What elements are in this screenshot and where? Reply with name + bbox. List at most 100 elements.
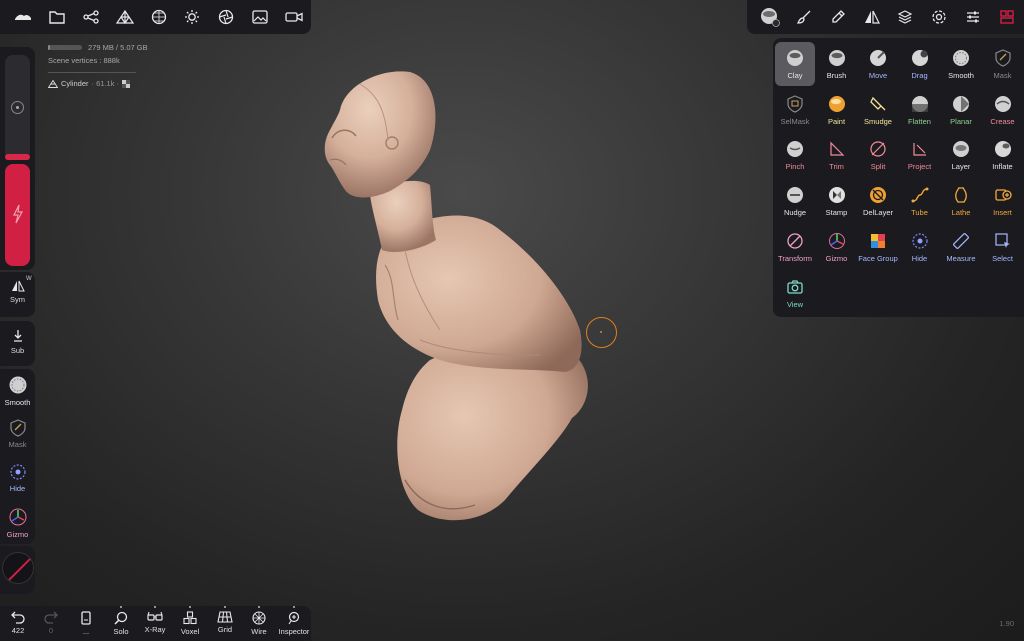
- aperture-icon[interactable]: [209, 0, 243, 34]
- paintbrush-icon[interactable]: [787, 0, 821, 34]
- pen-icon[interactable]: [821, 0, 855, 34]
- tool-measure[interactable]: Measure: [941, 225, 981, 269]
- tool-inflate[interactable]: Inflate: [983, 133, 1023, 177]
- mesh-detail: · 61.1k ·: [91, 79, 120, 88]
- top-left-toolbar: [0, 0, 311, 34]
- bottom-label: Grid: [217, 625, 233, 634]
- gear-icon[interactable]: [922, 0, 956, 34]
- camera-icon: [787, 279, 803, 294]
- grid-button[interactable]: Grid: [208, 606, 242, 634]
- brush-cursor: [586, 317, 617, 348]
- tool-face-group[interactable]: Face Group: [858, 225, 898, 269]
- version-label: 1.90: [999, 619, 1014, 628]
- paint-color-swatch[interactable]: [2, 552, 34, 584]
- tool-layer[interactable]: Layer: [941, 133, 981, 177]
- inflate-sphere-icon: [994, 141, 1011, 158]
- scene-graph-icon[interactable]: [74, 0, 108, 34]
- xray-button[interactable]: X-Ray: [138, 606, 172, 634]
- tool-label: Split: [870, 162, 886, 172]
- topology-pyramid-icon: [48, 79, 58, 88]
- image-icon[interactable]: [243, 0, 277, 34]
- tool-split[interactable]: Split: [858, 133, 898, 177]
- more-button[interactable]: ...: [69, 611, 103, 636]
- tool-label: Select: [992, 253, 1013, 263]
- tool-mask[interactable]: Mask: [983, 42, 1023, 86]
- tool-paint[interactable]: Paint: [817, 88, 857, 132]
- measure-icon: [953, 232, 969, 249]
- tool-brush[interactable]: Brush: [817, 42, 857, 86]
- undo-button[interactable]: 422: [1, 611, 35, 635]
- tool-dellayer[interactable]: DelLayer: [858, 179, 898, 223]
- video-camera-icon[interactable]: [277, 0, 311, 34]
- quick-mask-button[interactable]: Mask: [0, 419, 35, 449]
- material-sphere-icon[interactable]: [142, 0, 176, 34]
- tool-gizmo[interactable]: Gizmo: [817, 225, 857, 269]
- tick-mark: [189, 606, 191, 608]
- tool-trim[interactable]: Trim: [817, 133, 857, 177]
- bottom-toolbar: 422 0 ... Solo X-Ray Voxel Grid Wire Ins…: [0, 606, 311, 641]
- more-label: ...: [82, 627, 90, 636]
- tool-label: Face Group: [858, 253, 898, 263]
- tool-project[interactable]: Project: [900, 133, 940, 177]
- solo-button[interactable]: Solo: [104, 606, 138, 636]
- quick-hide-button[interactable]: Hide: [0, 463, 35, 493]
- move-sphere-icon: [870, 50, 886, 66]
- interface-grid-icon[interactable]: [990, 0, 1024, 34]
- tool-insert[interactable]: Insert: [983, 179, 1023, 223]
- tool-move[interactable]: Move: [858, 42, 898, 86]
- tool-select[interactable]: Select: [983, 225, 1023, 269]
- crease-sphere-icon: [994, 95, 1011, 112]
- tool-planar[interactable]: Planar: [941, 88, 981, 132]
- tool-smudge[interactable]: Smudge: [858, 88, 898, 132]
- tool-smooth[interactable]: Smooth: [941, 42, 981, 86]
- radius-lock-knob[interactable]: [11, 101, 24, 114]
- memory-bar: [48, 45, 82, 50]
- tool-lathe[interactable]: Lathe: [941, 179, 981, 223]
- select-icon: [994, 233, 1010, 248]
- tool-label: Stamp: [825, 208, 848, 218]
- tool-label: Inflate: [992, 162, 1013, 172]
- tool-clay[interactable]: Clay: [775, 42, 815, 86]
- inspector-button[interactable]: Inspector: [277, 606, 311, 636]
- clay-sphere-icon: [787, 50, 803, 66]
- wireframe-sphere-icon: [252, 611, 266, 625]
- radius-slider[interactable]: [5, 55, 30, 160]
- sliders-icon[interactable]: [956, 0, 990, 34]
- memory-bar-fill: [48, 45, 51, 50]
- topology-pyramid-icon[interactable]: [108, 0, 142, 34]
- quick-gizmo-button[interactable]: Gizmo: [0, 507, 35, 539]
- sun-icon[interactable]: [175, 0, 209, 34]
- clay-sphere-icon[interactable]: [753, 0, 787, 34]
- tool-view[interactable]: View: [775, 271, 815, 315]
- stamp-sphere-icon: [828, 187, 845, 204]
- tool-drag[interactable]: Drag: [900, 42, 940, 86]
- voxel-button[interactable]: Voxel: [173, 606, 207, 636]
- tool-crease[interactable]: Crease: [983, 88, 1023, 132]
- tool-stamp[interactable]: Stamp: [817, 179, 857, 223]
- tool-hide[interactable]: Hide: [900, 225, 940, 269]
- intensity-slider[interactable]: [5, 164, 30, 266]
- mesh-info[interactable]: Cylinder · 61.1k ·: [48, 79, 148, 88]
- sub-button[interactable]: Sub: [0, 329, 35, 355]
- sym-button[interactable]: Sym: [0, 280, 35, 304]
- tool-pinch[interactable]: Pinch: [775, 133, 815, 177]
- tool-transform[interactable]: Transform: [775, 225, 815, 269]
- tool-selmask[interactable]: SelMask: [775, 88, 815, 132]
- tool-nudge[interactable]: Nudge: [775, 179, 815, 223]
- paint-sphere-icon: [828, 95, 845, 112]
- tool-tube[interactable]: Tube: [900, 179, 940, 223]
- wire-button[interactable]: Wire: [242, 606, 276, 636]
- nomad-logo-icon[interactable]: [6, 0, 40, 34]
- folder-icon[interactable]: [40, 0, 74, 34]
- quick-smooth-button[interactable]: Smooth: [0, 375, 35, 407]
- tool-label: Brush: [826, 71, 847, 80]
- symmetry-triangle-icon[interactable]: [855, 0, 889, 34]
- mask-shield-icon: [994, 49, 1011, 67]
- layers-icon[interactable]: [889, 0, 923, 34]
- checker-icon: [122, 79, 131, 88]
- pinch-sphere-icon: [787, 141, 803, 158]
- selmask-shield-icon: [787, 95, 803, 113]
- redo-button[interactable]: 0: [34, 611, 68, 635]
- voxel-cubes-icon: [183, 611, 197, 625]
- tool-flatten[interactable]: Flatten: [900, 88, 940, 132]
